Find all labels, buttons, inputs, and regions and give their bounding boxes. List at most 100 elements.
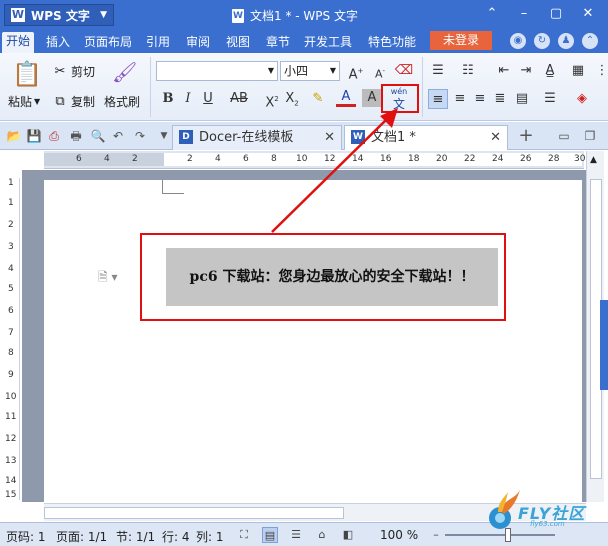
font-color-icon[interactable]: A bbox=[336, 89, 356, 107]
more-icon[interactable]: ⌃ bbox=[582, 33, 598, 49]
highlight-icon[interactable]: ✎ bbox=[308, 89, 328, 109]
tab-document[interactable]: W 文档1 * ✕ bbox=[344, 125, 508, 150]
page-view-icon[interactable]: ▤ bbox=[262, 527, 278, 543]
print-icon[interactable]: 🖶 bbox=[68, 128, 84, 144]
more-paragraph-icon[interactable]: ⋮ bbox=[592, 61, 608, 81]
ruler-number: 8 bbox=[271, 154, 277, 164]
tab-restore-icon[interactable]: ❐ bbox=[582, 128, 598, 144]
table-icon[interactable]: ▦ bbox=[568, 61, 588, 81]
chevron-down-icon: ▼ bbox=[100, 10, 107, 20]
paragraph-shading-icon[interactable]: ◈ bbox=[572, 89, 592, 109]
clear-format-icon[interactable]: ⌫ bbox=[394, 61, 414, 81]
ruler-number: 4 bbox=[104, 154, 110, 164]
font-name-select[interactable]: ▼ bbox=[156, 61, 278, 81]
collapse-ribbon-button[interactable]: ⌃ bbox=[480, 6, 504, 21]
minimize-button[interactable]: – bbox=[512, 6, 536, 21]
zoom-out-icon[interactable]: – bbox=[428, 527, 444, 543]
tab-features[interactable]: 特色功能 bbox=[364, 33, 420, 51]
full-screen-icon[interactable]: ⛶ bbox=[236, 527, 252, 543]
ruler-number: 15 bbox=[5, 490, 17, 500]
help-icon[interactable]: ◉ bbox=[510, 33, 526, 49]
web-view-icon[interactable]: ⌂ bbox=[314, 527, 330, 543]
print-preview-icon[interactable]: 🔍 bbox=[90, 128, 106, 144]
tab-list-icon[interactable]: ▭ bbox=[556, 128, 572, 144]
shrink-font-icon[interactable]: A- bbox=[370, 61, 390, 81]
outline-view-icon[interactable]: ☰ bbox=[288, 527, 304, 543]
chevron-down-icon: ▼ bbox=[267, 66, 274, 75]
quick-access-menu-icon[interactable]: ▼ bbox=[156, 128, 172, 144]
copy-label: 复制 bbox=[71, 95, 96, 109]
bullets-icon[interactable]: ☰ bbox=[428, 61, 448, 81]
ruler-number: 3 bbox=[8, 242, 14, 252]
close-icon[interactable]: ✕ bbox=[490, 126, 501, 149]
char-scale-icon[interactable]: A̳ bbox=[540, 61, 560, 81]
divider bbox=[150, 57, 151, 117]
maximize-button[interactable]: ▢ bbox=[544, 6, 568, 21]
superscript-icon[interactable]: X2 bbox=[262, 89, 282, 110]
subscript-icon[interactable]: X2 bbox=[282, 89, 302, 109]
horizontal-scroll-thumb[interactable] bbox=[44, 507, 344, 519]
italic-icon[interactable]: I bbox=[178, 89, 198, 109]
status-section: 节: 1/1 bbox=[116, 530, 156, 544]
paragraph-handle-icon[interactable]: 🗎 ▾ bbox=[98, 268, 118, 289]
ruler-number: 12 bbox=[324, 154, 336, 164]
char-shading-icon[interactable]: A bbox=[362, 89, 382, 107]
format-painter-button[interactable]: 格式刷 bbox=[104, 93, 140, 110]
new-tab-button[interactable]: + bbox=[516, 127, 536, 145]
tab-insert[interactable]: 插入 bbox=[42, 33, 74, 51]
highlighted-text[interactable]: pc6 下载站：您身边最放心的安全下载站！！ bbox=[166, 248, 498, 306]
tab-developer[interactable]: 开发工具 bbox=[300, 33, 356, 51]
align-right-icon[interactable]: ≡ bbox=[470, 89, 490, 109]
task-pane-toggle[interactable] bbox=[600, 300, 608, 390]
reading-view-icon[interactable]: ◧ bbox=[340, 527, 356, 543]
align-center-icon[interactable]: ≡ bbox=[450, 89, 470, 109]
undo-icon[interactable]: ↶ bbox=[110, 128, 126, 144]
align-left-icon[interactable]: ≡ bbox=[428, 89, 448, 109]
paste-icon[interactable]: 📋 bbox=[12, 59, 42, 89]
vertical-ruler[interactable]: 1 1 2 3 4 5 6 7 8 9 10 11 12 13 14 15 bbox=[4, 178, 20, 500]
open-icon[interactable]: 📂 bbox=[6, 128, 22, 144]
cut-button[interactable]: ✂ 剪切 bbox=[52, 63, 95, 80]
justify-icon[interactable]: ≣ bbox=[490, 89, 510, 109]
distributed-icon[interactable]: ▤ bbox=[512, 89, 532, 109]
close-icon[interactable]: ✕ bbox=[324, 126, 335, 149]
tab-page-layout[interactable]: 页面布局 bbox=[80, 33, 136, 51]
ruler-number: 16 bbox=[380, 154, 392, 164]
tab-chapter[interactable]: 章节 bbox=[262, 33, 294, 51]
tab-docer[interactable]: D Docer-在线模板 ✕ bbox=[172, 125, 342, 150]
font-size-select[interactable]: 小四 ▼ bbox=[280, 61, 340, 81]
login-button[interactable]: 未登录 bbox=[430, 31, 492, 50]
sync-icon[interactable]: ↻ bbox=[534, 33, 550, 49]
ruler-number: 1 bbox=[8, 178, 14, 188]
tab-view[interactable]: 视图 bbox=[222, 33, 254, 51]
format-painter-icon[interactable]: 🖌 bbox=[112, 59, 137, 85]
save-icon[interactable]: 💾 bbox=[26, 128, 42, 144]
strikethrough-icon[interactable]: AB bbox=[226, 89, 252, 109]
export-pdf-icon[interactable]: ⎙ bbox=[46, 128, 62, 144]
underline-icon[interactable]: U bbox=[198, 89, 218, 109]
ruler-number: 14 bbox=[5, 476, 17, 486]
paste-button[interactable]: 粘贴 ▼ bbox=[8, 93, 40, 110]
skin-icon[interactable]: ♟ bbox=[558, 33, 574, 49]
tab-references[interactable]: 引用 bbox=[142, 33, 174, 51]
close-button[interactable]: ✕ bbox=[576, 6, 600, 21]
copy-icon: ⧉ bbox=[55, 93, 65, 109]
app-menu-button[interactable]: W WPS 文字 ▼ bbox=[4, 4, 114, 26]
line-spacing-icon[interactable]: ☰ bbox=[540, 89, 560, 109]
numbering-icon[interactable]: ☷ bbox=[458, 61, 478, 81]
grow-font-icon[interactable]: A+ bbox=[346, 61, 366, 82]
decrease-indent-icon[interactable]: ⇤ bbox=[494, 61, 514, 81]
redo-icon[interactable]: ↷ bbox=[132, 128, 148, 144]
watermark-subtext: fly63.com bbox=[530, 520, 565, 528]
document-page[interactable] bbox=[44, 180, 582, 502]
increase-indent-icon[interactable]: ⇥ bbox=[516, 61, 536, 81]
tab-home[interactable]: 开始 bbox=[2, 32, 35, 53]
scroll-up-icon[interactable]: ▲ bbox=[590, 155, 597, 165]
status-column: 列: 1 bbox=[196, 530, 224, 544]
copy-button[interactable]: ⧉ 复制 bbox=[52, 93, 95, 110]
bold-icon[interactable]: B bbox=[158, 89, 178, 109]
tab-review[interactable]: 审阅 bbox=[182, 33, 214, 51]
text-callout-box: pc6 下载站：您身边最放心的安全下载站！！ bbox=[140, 233, 506, 321]
horizontal-ruler[interactable]: 6 4 2 2 4 6 8 10 12 14 16 18 20 22 24 26… bbox=[44, 151, 585, 169]
chevron-down-icon: ▼ bbox=[329, 66, 336, 75]
